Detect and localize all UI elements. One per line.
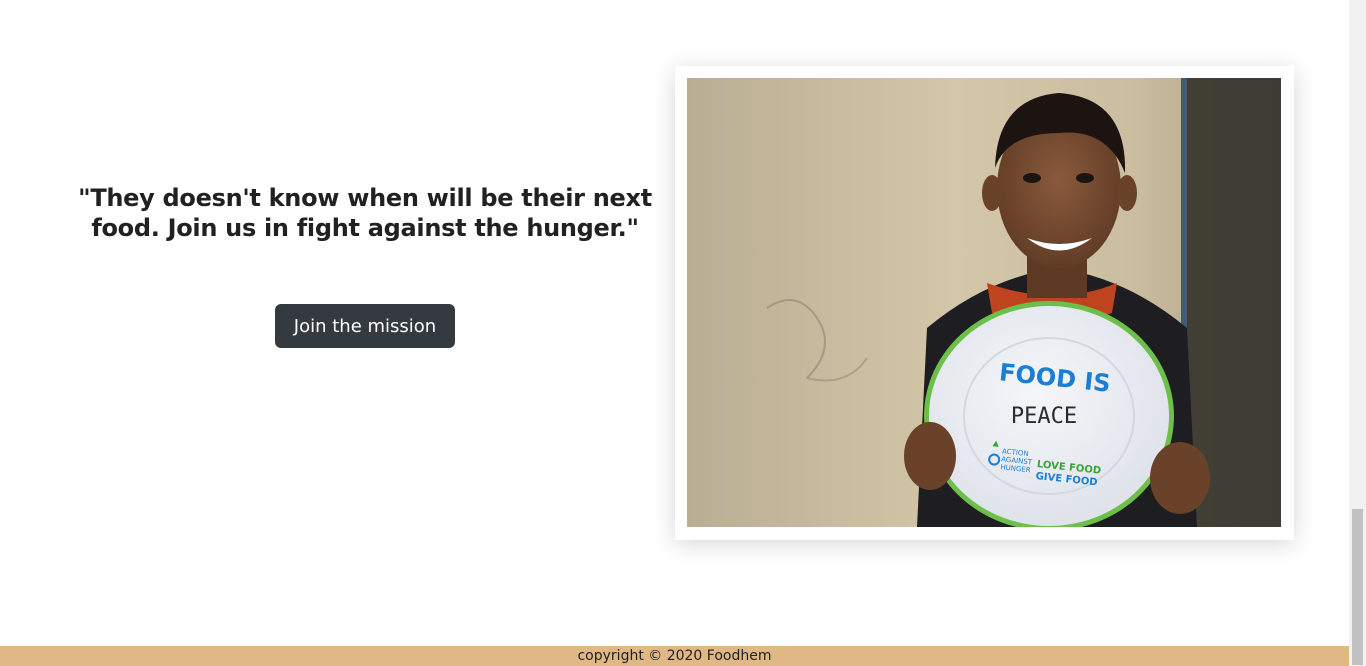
footer: copyright © 2020 Foodhem [0,646,1349,666]
hero-photo: FOOD IS PEACE ACTION AGAINST HUNGER LOVE… [687,78,1281,527]
page: "They doesn't know when will be their ne… [0,0,1349,666]
hero-quote: "They doesn't know when will be their ne… [78,184,652,242]
footer-copyright: copyright © 2020 Foodhem [577,648,772,664]
vertical-scrollbar[interactable] [1349,0,1366,666]
scrollbar-thumb[interactable] [1352,509,1363,665]
photo-card: FOOD IS PEACE ACTION AGAINST HUNGER LOVE… [675,66,1294,540]
join-mission-button[interactable]: Join the mission [275,304,455,348]
plate-handwritten: PEACE [1011,404,1077,429]
